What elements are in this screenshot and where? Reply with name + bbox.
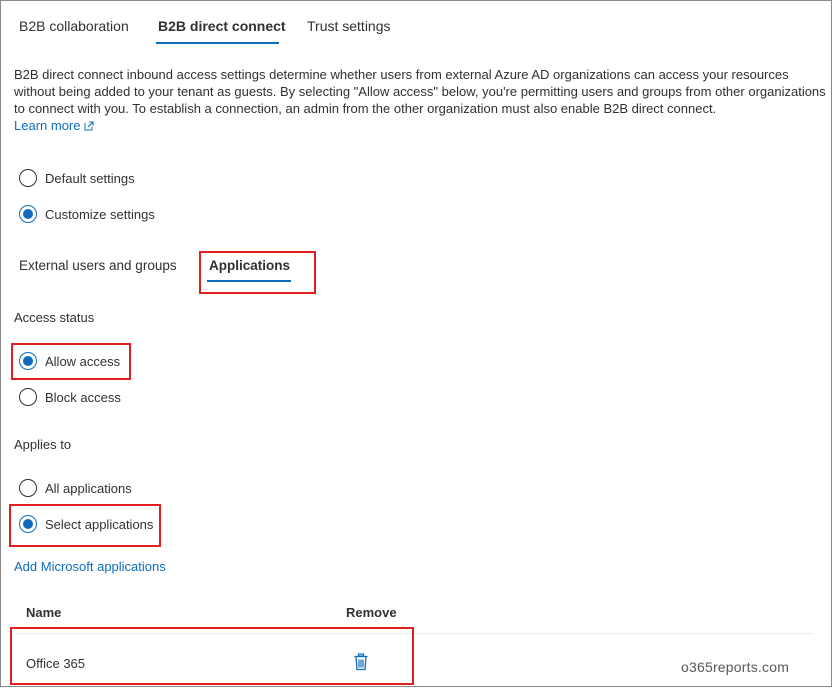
active-tab-indicator — [156, 42, 279, 44]
allow-access-radio[interactable] — [19, 352, 37, 370]
block-access-radio[interactable] — [19, 388, 37, 406]
all-applications-label: All applications — [45, 480, 132, 496]
select-applications-option[interactable]: Select applications — [19, 514, 153, 534]
radio-selected-dot — [23, 356, 33, 366]
customize-settings-option[interactable]: Customize settings — [19, 204, 155, 224]
default-settings-label: Default settings — [45, 170, 135, 186]
select-applications-radio[interactable] — [19, 515, 37, 533]
customize-settings-label: Customize settings — [45, 206, 155, 222]
tab-b2b-direct-connect[interactable]: B2B direct connect — [158, 18, 286, 34]
watermark-text: o365reports.com — [681, 659, 790, 675]
all-applications-option[interactable]: All applications — [19, 478, 132, 498]
top-tab-bar: B2B collaboration B2B direct connect Tru… — [1, 1, 421, 44]
allow-access-option[interactable]: Allow access — [19, 351, 120, 371]
customize-settings-radio[interactable] — [19, 205, 37, 223]
tab-b2b-collaboration[interactable]: B2B collaboration — [19, 18, 129, 34]
add-microsoft-applications-link[interactable]: Add Microsoft applications — [14, 559, 166, 574]
access-status-label: Access status — [14, 310, 95, 325]
default-settings-radio[interactable] — [19, 169, 37, 187]
learn-more-link[interactable]: Learn more — [14, 118, 94, 133]
subtab-external-users-groups[interactable]: External users and groups — [19, 258, 177, 273]
tab-trust-settings[interactable]: Trust settings — [307, 18, 391, 34]
block-access-option[interactable]: Block access — [19, 387, 121, 407]
trash-icon[interactable] — [353, 653, 369, 671]
block-access-label: Block access — [45, 389, 121, 405]
table-header-divider — [14, 633, 814, 634]
default-settings-option[interactable]: Default settings — [19, 168, 135, 188]
access-settings-panel: B2B collaboration B2B direct connect Tru… — [0, 0, 832, 687]
radio-selected-dot — [23, 519, 33, 529]
active-subtab-indicator — [207, 280, 291, 282]
all-applications-radio[interactable] — [19, 479, 37, 497]
external-link-icon — [84, 121, 94, 131]
column-header-remove: Remove — [346, 605, 397, 620]
description-block: B2B direct connect inbound access settin… — [14, 66, 829, 134]
radio-selected-dot — [23, 209, 33, 219]
allow-access-label: Allow access — [45, 353, 121, 369]
subtab-applications[interactable]: Applications — [209, 258, 290, 273]
description-text: B2B direct connect inbound access settin… — [14, 67, 826, 116]
applies-to-label: Applies to — [14, 437, 72, 452]
table-row-name: Office 365 — [26, 656, 86, 671]
column-header-name: Name — [26, 605, 62, 620]
select-applications-label: Select applications — [45, 516, 154, 532]
